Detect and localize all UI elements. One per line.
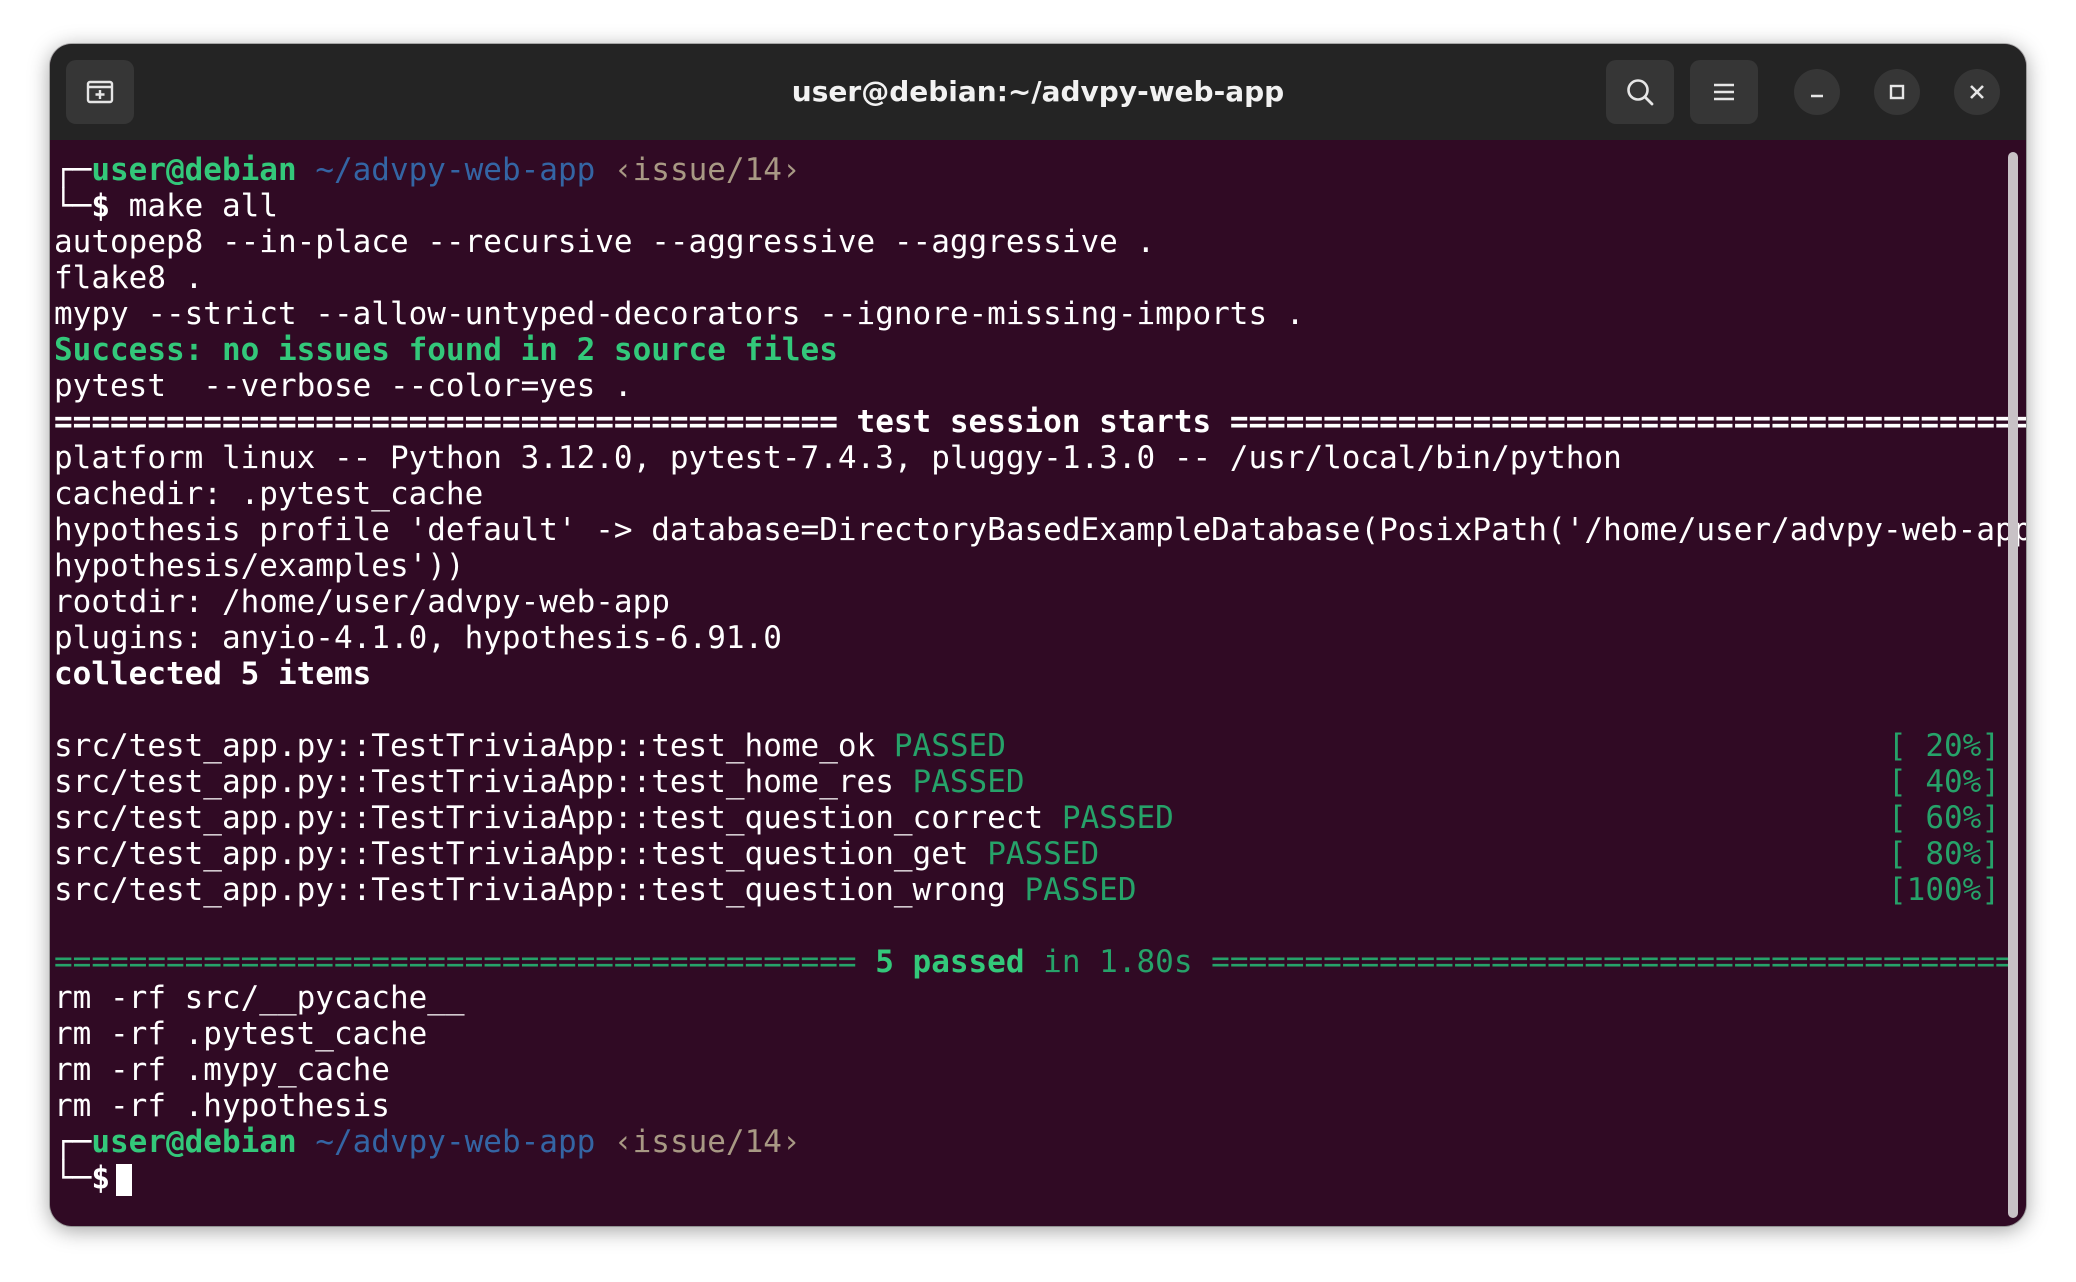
scrollbar[interactable] — [2008, 152, 2018, 1218]
output-collected: collected 5 items — [54, 656, 372, 692]
minimize-icon — [1807, 82, 1827, 102]
session-rule-right: ========================================… — [1211, 404, 2026, 440]
test-progress: [ 60%] — [1888, 800, 2000, 836]
test-result-row: src/test_app.py::TestTriviaApp::test_que… — [54, 800, 2004, 836]
summary-time: in 1.80s — [1024, 944, 1212, 980]
test-name: src/test_app.py::TestTriviaApp::test_hom… — [54, 764, 894, 800]
new-tab-icon — [84, 76, 116, 108]
text-cursor — [116, 1163, 132, 1196]
cleanup-line: rm -rf .mypy_cache — [54, 1052, 390, 1088]
prompt-branch: ‹issue/14› — [613, 1124, 801, 1160]
prompt-line-1: ┌─user@debian ~/advpy-web-app ‹issue/14› — [54, 152, 2004, 188]
minimize-button[interactable] — [1794, 69, 1840, 115]
output-hypothesis-2: hypothesis/examples')) — [54, 548, 465, 584]
new-tab-button[interactable] — [66, 60, 134, 124]
prompt-branch: ‹issue/14› — [613, 152, 801, 188]
prompt-path: ~/advpy-web-app — [315, 1124, 596, 1160]
summary-passed: 5 passed — [875, 944, 1025, 980]
test-progress: [ 40%] — [1888, 764, 2000, 800]
test-progress: [ 80%] — [1888, 836, 2000, 872]
output-plugins: plugins: anyio-4.1.0, hypothesis-6.91.0 — [54, 620, 782, 656]
session-header: ========================================… — [54, 404, 2026, 440]
test-status: PASSED — [1061, 800, 1174, 836]
prompt-line-2: ┌─user@debian ~/advpy-web-app ‹issue/14› — [54, 1124, 2004, 1160]
terminal-output-area[interactable]: ┌─user@debian ~/advpy-web-app ‹issue/14›… — [50, 140, 2026, 1226]
test-name: src/test_app.py::TestTriviaApp::test_que… — [54, 872, 1006, 908]
command-line-2[interactable]: └─$ — [54, 1160, 2004, 1196]
prompt-symbol: $ — [91, 1160, 110, 1196]
test-progress: [ 20%] — [1888, 728, 2000, 764]
prompt-symbol: $ — [91, 188, 110, 224]
output-autopep8: autopep8 --in-place --recursive --aggres… — [54, 224, 1156, 260]
hamburger-menu-icon — [1709, 77, 1739, 107]
output-platform: platform linux -- Python 3.12.0, pytest-… — [54, 440, 1622, 476]
test-result-row: src/test_app.py::TestTriviaApp::test_hom… — [54, 764, 2004, 800]
summary-rule-left: ========================================… — [54, 944, 876, 980]
title-bar[interactable]: user@debian:~/advpy-web-app — [50, 44, 2026, 140]
prompt-corner-bottom: └─ — [54, 188, 92, 224]
maximize-button[interactable] — [1874, 69, 1920, 115]
prompt-path: ~/advpy-web-app — [315, 152, 596, 188]
output-mypy-success: Success: no issues found in 2 source fil… — [54, 332, 838, 368]
summary-line: ========================================… — [54, 944, 2014, 980]
test-status: PASSED — [987, 836, 1100, 872]
prompt-user: user@debian — [91, 152, 297, 188]
menu-button[interactable] — [1690, 60, 1758, 124]
command-line-1: └─$ make all — [54, 188, 2004, 224]
prompt-corner-bottom: └─ — [54, 1160, 92, 1196]
prompt-corner-top: ┌─ — [54, 1124, 92, 1160]
test-status: PASSED — [912, 764, 1025, 800]
test-name: src/test_app.py::TestTriviaApp::test_que… — [54, 800, 1044, 836]
test-result-row: src/test_app.py::TestTriviaApp::test_hom… — [54, 728, 2004, 764]
output-pytest: pytest --verbose --color=yes . — [54, 368, 633, 404]
output-cachedir: cachedir: .pytest_cache — [54, 476, 484, 512]
output-flake8: flake8 . — [54, 260, 204, 296]
terminal-window: user@debian:~/advpy-web-app ┌─user@debia… — [50, 44, 2026, 1226]
cleanup-line: rm -rf .hypothesis — [54, 1088, 390, 1124]
output-hypothesis-1: hypothesis profile 'default' -> database… — [54, 512, 2026, 548]
prompt-corner-top: ┌─ — [54, 152, 92, 188]
close-button[interactable] — [1954, 69, 2000, 115]
search-icon — [1623, 75, 1657, 109]
test-progress: [100%] — [1888, 872, 2000, 908]
session-label: test session starts — [856, 404, 1212, 440]
test-status: PASSED — [893, 728, 1006, 764]
summary-rule-right: ========================================… — [1211, 944, 2014, 980]
test-result-row: src/test_app.py::TestTriviaApp::test_que… — [54, 836, 2004, 872]
test-result-row: src/test_app.py::TestTriviaApp::test_que… — [54, 872, 2004, 908]
test-name: src/test_app.py::TestTriviaApp::test_que… — [54, 836, 969, 872]
cleanup-line: rm -rf .pytest_cache — [54, 1016, 428, 1052]
cleanup-line: rm -rf src/__pycache__ — [54, 980, 465, 1016]
test-status: PASSED — [1024, 872, 1137, 908]
prompt-user: user@debian — [91, 1124, 297, 1160]
session-rule-left: ========================================… — [54, 404, 857, 440]
output-mypy: mypy --strict --allow-untyped-decorators… — [54, 296, 1305, 332]
search-button[interactable] — [1606, 60, 1674, 124]
output-rootdir: rootdir: /home/user/advpy-web-app — [54, 584, 670, 620]
close-icon — [1967, 82, 1987, 102]
test-name: src/test_app.py::TestTriviaApp::test_hom… — [54, 728, 876, 764]
maximize-icon — [1887, 82, 1907, 102]
command-text: make all — [128, 188, 278, 224]
